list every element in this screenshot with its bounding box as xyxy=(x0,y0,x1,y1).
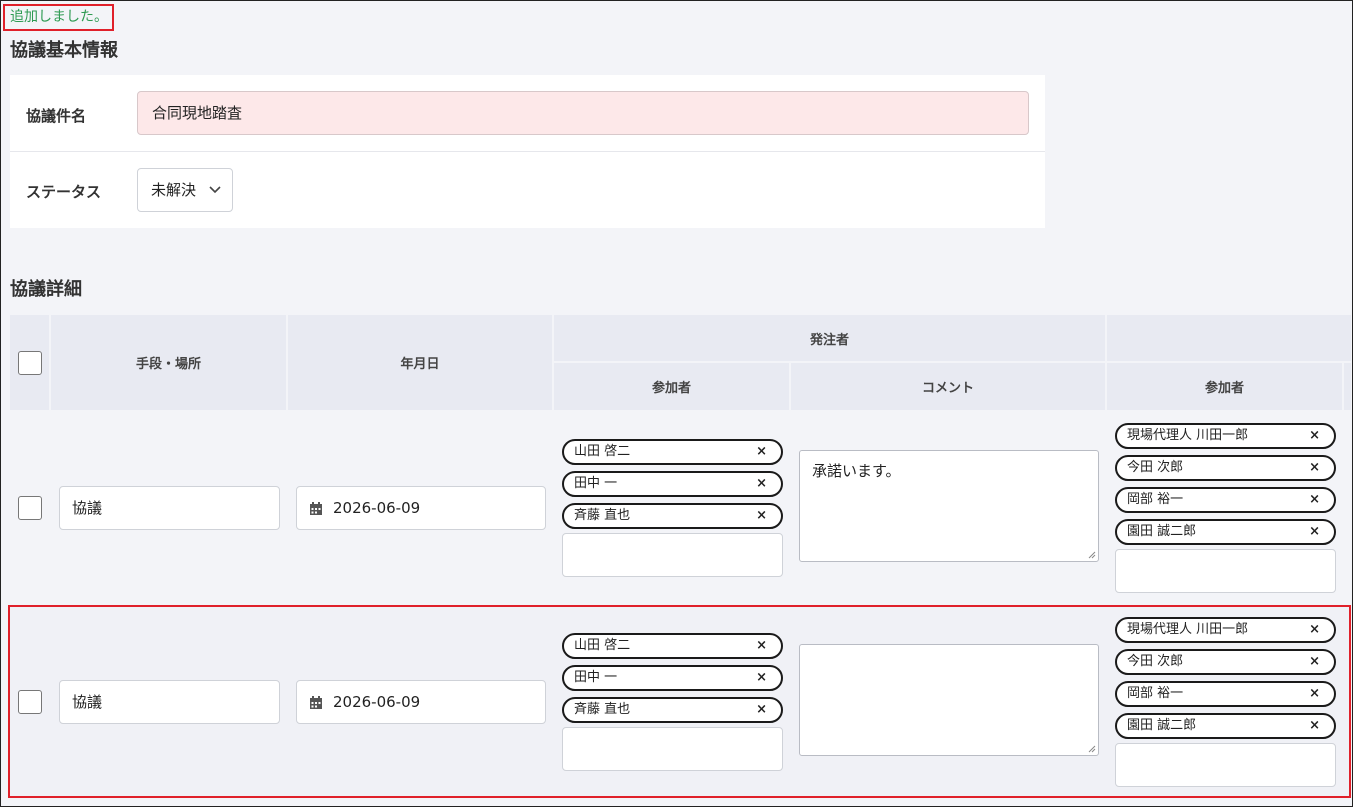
header-orderer-group: 発注者 xyxy=(554,315,1105,361)
select-all-checkbox[interactable] xyxy=(17,350,42,375)
header-comment: コメント xyxy=(791,363,1105,410)
participant-chip: 山田 啓二 × xyxy=(562,633,783,659)
chevron-down-icon xyxy=(209,186,221,194)
close-icon[interactable]: × xyxy=(1309,651,1320,673)
participant-chip: 園田 誠二郎 × xyxy=(1115,713,1336,739)
comment-textarea[interactable] xyxy=(799,644,1099,756)
flash-message: 追加しました。 xyxy=(3,4,114,31)
participant-chip: 田中 一 × xyxy=(562,665,783,691)
close-icon[interactable]: × xyxy=(1309,521,1320,543)
close-icon[interactable]: × xyxy=(756,505,767,527)
basic-info-heading: 協議基本情報 xyxy=(10,40,118,61)
date-value: 2026-06-09 xyxy=(333,499,421,517)
participant-add-input[interactable] xyxy=(1115,743,1336,787)
title-label: 協議件名 xyxy=(26,107,87,125)
participant-chip: 園田 誠二郎 × xyxy=(1115,519,1336,545)
participant-chip: 今田 次郎 × xyxy=(1115,649,1336,675)
comment-text: 承諾います。 xyxy=(812,462,901,480)
participant-chip: 斉藤 直也 × xyxy=(562,503,783,529)
participant-chip: 斉藤 直也 × xyxy=(562,697,783,723)
header-contractor-participants: 参加者 xyxy=(1107,363,1342,410)
card-divider xyxy=(10,151,1045,152)
participant-chip: 岡部 裕一 × xyxy=(1115,681,1336,707)
date-input[interactable]: 2026-06-09 xyxy=(296,680,546,724)
chip-label: 田中 一 xyxy=(574,476,618,491)
basic-info-card: 協議件名 合同現地踏査 ステータス 未解決 xyxy=(10,75,1045,228)
header-select-cell xyxy=(10,315,49,410)
participant-chip: 岡部 裕一 × xyxy=(1115,487,1336,513)
chip-label: 今田 次郎 xyxy=(1127,460,1184,475)
participant-chip: 田中 一 × xyxy=(562,471,783,497)
row-checkbox[interactable] xyxy=(18,690,42,714)
chip-label: 岡部 裕一 xyxy=(1127,492,1184,507)
status-select[interactable]: 未解決 xyxy=(137,168,233,212)
participant-add-input[interactable] xyxy=(1115,549,1336,593)
chip-label: 今田 次郎 xyxy=(1127,654,1184,669)
method-input[interactable]: 協議 xyxy=(59,680,280,724)
close-icon[interactable]: × xyxy=(756,699,767,721)
participant-add-input[interactable] xyxy=(562,533,783,577)
close-icon[interactable]: × xyxy=(1309,683,1320,705)
chip-label: 現場代理人 川田一郎 xyxy=(1127,622,1249,637)
header-orderer-participants: 参加者 xyxy=(554,363,789,410)
close-icon[interactable]: × xyxy=(756,635,767,657)
close-icon[interactable]: × xyxy=(756,441,767,463)
detail-heading: 協議詳細 xyxy=(10,279,82,300)
chip-label: 園田 誠二郎 xyxy=(1127,524,1197,539)
chip-label: 田中 一 xyxy=(574,670,618,685)
date-input[interactable]: 2026-06-09 xyxy=(296,486,546,530)
header-method-place: 手段・場所 xyxy=(51,315,286,410)
calendar-icon xyxy=(310,502,322,515)
chip-label: 岡部 裕一 xyxy=(1127,686,1184,701)
close-icon[interactable]: × xyxy=(756,667,767,689)
title-input[interactable]: 合同現地踏査 xyxy=(137,91,1029,135)
status-value: 未解決 xyxy=(151,181,197,199)
chip-label: 山田 啓二 xyxy=(574,444,631,459)
resize-grip-icon[interactable] xyxy=(1087,744,1096,753)
participant-chip: 山田 啓二 × xyxy=(562,439,783,465)
close-icon[interactable]: × xyxy=(1309,715,1320,737)
close-icon[interactable]: × xyxy=(756,473,767,495)
participant-chip: 現場代理人 川田一郎 × xyxy=(1115,423,1336,449)
chip-label: 斉藤 直也 xyxy=(574,508,631,523)
chip-label: 斉藤 直也 xyxy=(574,702,631,717)
resize-grip-icon[interactable] xyxy=(1087,550,1096,559)
method-input[interactable]: 協議 xyxy=(59,486,280,530)
header-contractor-group xyxy=(1107,315,1351,361)
participant-add-input[interactable] xyxy=(562,727,783,771)
row-checkbox[interactable] xyxy=(18,496,42,520)
close-icon[interactable]: × xyxy=(1309,425,1320,447)
close-icon[interactable]: × xyxy=(1309,457,1320,479)
participant-chip: 今田 次郎 × xyxy=(1115,455,1336,481)
header-date: 年月日 xyxy=(288,315,552,410)
date-value: 2026-06-09 xyxy=(333,693,421,711)
header-overflow-cell xyxy=(1344,363,1351,410)
chip-label: 現場代理人 川田一郎 xyxy=(1127,428,1249,443)
status-label: ステータス xyxy=(26,183,102,201)
calendar-icon xyxy=(310,696,322,709)
close-icon[interactable]: × xyxy=(1309,489,1320,511)
chip-label: 園田 誠二郎 xyxy=(1127,718,1197,733)
participant-chip: 現場代理人 川田一郎 × xyxy=(1115,617,1336,643)
comment-textarea[interactable]: 承諾います。 xyxy=(799,450,1099,562)
chip-label: 山田 啓二 xyxy=(574,638,631,653)
close-icon[interactable]: × xyxy=(1309,619,1320,641)
